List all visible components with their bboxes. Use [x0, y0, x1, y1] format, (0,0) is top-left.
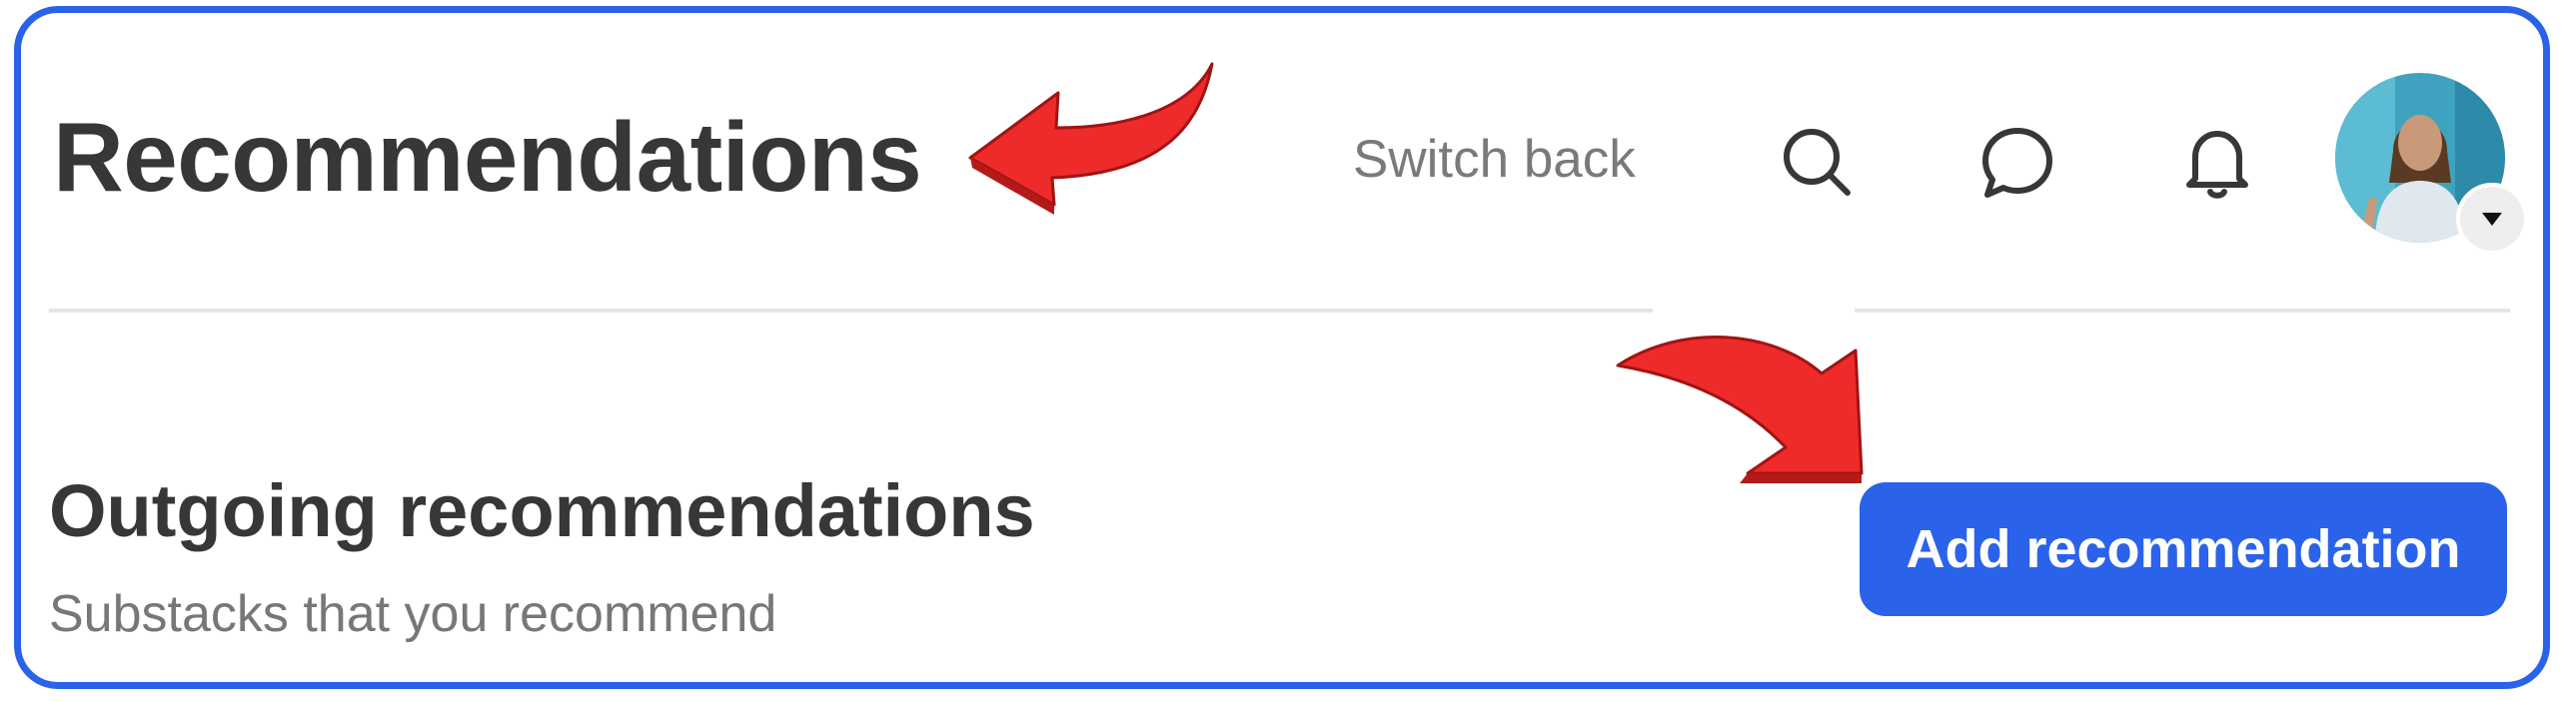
bell-icon	[2186, 131, 2248, 199]
add-recommendation-button[interactable]: Add recommendation	[1860, 482, 2507, 616]
messages-button[interactable]	[1967, 113, 2067, 213]
section-subtitle: Substacks that you recommend	[49, 585, 777, 643]
chat-icon	[1982, 128, 2052, 198]
curved-arrow-title-icon	[968, 62, 1214, 215]
avatar-menu-button[interactable]	[2456, 183, 2528, 255]
header-divider	[49, 309, 1653, 313]
caret-down-icon	[2482, 213, 2502, 226]
search-button[interactable]	[1768, 113, 1868, 213]
section-title: Outgoing recommendations	[49, 469, 1035, 552]
curved-arrow-button-icon	[1616, 336, 1864, 483]
switch-back-link[interactable]: Switch back	[1353, 133, 1636, 186]
notifications-button[interactable]	[2167, 113, 2267, 213]
screenshot-frame: Recommendations Switch back Outgoing rec…	[14, 6, 2550, 689]
page-title: Recommendations	[53, 102, 922, 212]
header-divider	[1855, 309, 2510, 313]
search-icon	[1784, 129, 1851, 196]
